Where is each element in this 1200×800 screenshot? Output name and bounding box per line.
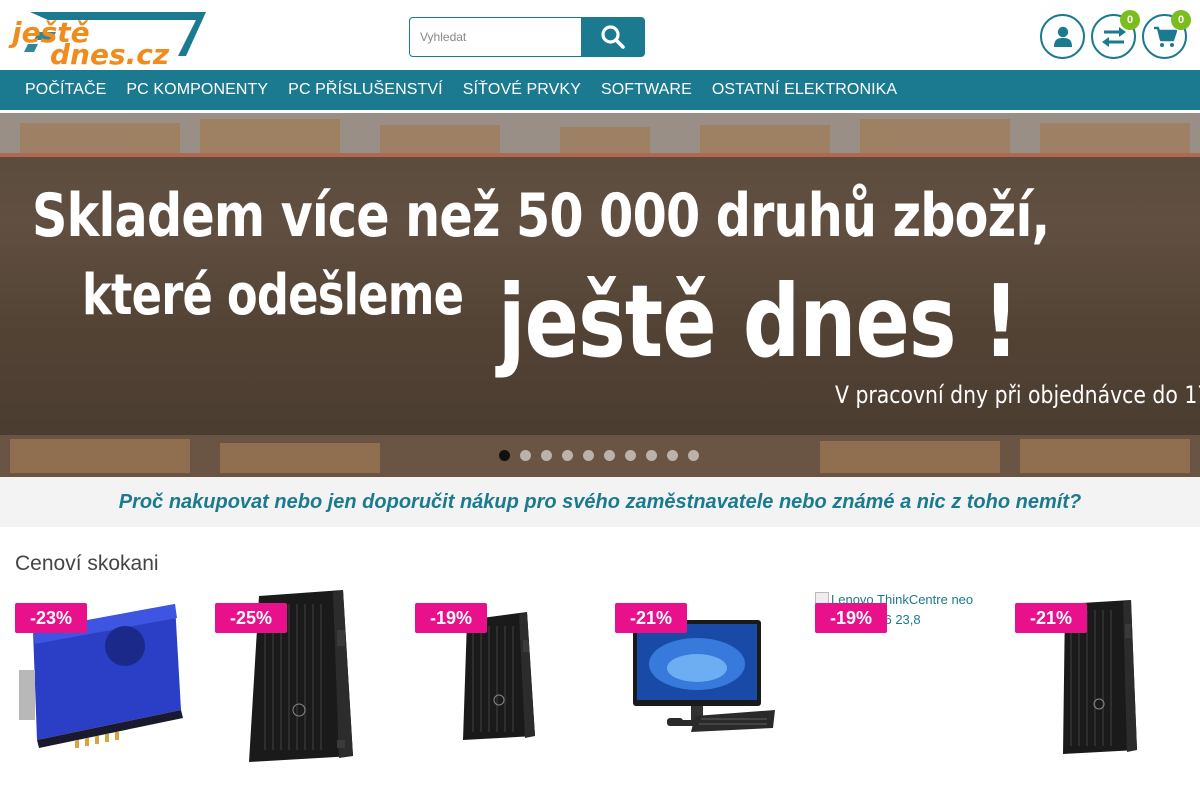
carousel-dot[interactable] xyxy=(499,450,510,461)
carousel-dot[interactable] xyxy=(604,450,615,461)
compare-count-badge: 0 xyxy=(1120,10,1140,30)
carousel-dot[interactable] xyxy=(688,450,699,461)
product-card[interactable]: -21% xyxy=(1015,590,1185,800)
promo-text[interactable]: Proč nakupovat nebo jen doporučit nákup … xyxy=(119,491,1081,514)
site-logo[interactable]: ještě dnes.cz xyxy=(8,10,208,71)
search-bar xyxy=(409,17,645,57)
product-card[interactable]: -19% xyxy=(415,590,585,800)
discount-badge: -19% xyxy=(415,603,487,633)
carousel-dot[interactable] xyxy=(667,450,678,461)
carousel-dot[interactable] xyxy=(625,450,636,461)
cart-count-badge: 0 xyxy=(1171,10,1191,30)
main-nav: POČÍTAČE PC KOMPONENTY PC PŘÍSLUŠENSTVÍ … xyxy=(0,70,1200,110)
nav-item-pocitace[interactable]: POČÍTAČE xyxy=(15,81,116,99)
cart-icon xyxy=(1153,26,1177,47)
banner-headline-1: Skladem více než 50 000 druhů zboží, xyxy=(32,181,1050,251)
product-card[interactable]: -25% xyxy=(215,590,385,800)
carousel-dot[interactable] xyxy=(541,450,552,461)
nav-item-pc-komponenty[interactable]: PC KOMPONENTY xyxy=(116,81,278,99)
discount-badge: -19% xyxy=(815,603,887,633)
compare-button[interactable]: 0 xyxy=(1091,10,1140,59)
carousel-indicators xyxy=(499,450,699,461)
user-icon xyxy=(1053,26,1072,47)
product-carousel: -23% -25% -19% -21% -19% Lenovo ThinkCen… xyxy=(15,590,1200,800)
svg-text:dnes.cz: dnes.cz xyxy=(50,38,170,66)
nav-item-sitove-prvky[interactable]: SÍŤOVÉ PRVKY xyxy=(453,81,591,99)
banner-subline: V pracovní dny při objednávce do 17h. xyxy=(835,381,1200,409)
banner-headline-2: které odešleme xyxy=(82,263,464,328)
discount-badge: -21% xyxy=(615,603,687,633)
search-input[interactable] xyxy=(409,17,581,57)
discount-badge: -25% xyxy=(215,603,287,633)
carousel-dot[interactable] xyxy=(583,450,594,461)
hero-banner[interactable]: Skladem více než 50 000 druhů zboží, kte… xyxy=(0,113,1200,477)
nav-item-pc-prislusenstvi[interactable]: PC PŘÍSLUŠENSTVÍ xyxy=(278,81,453,99)
discount-badge: -21% xyxy=(1015,603,1087,633)
account-button[interactable] xyxy=(1040,14,1085,59)
section-title: Cenoví skokani xyxy=(15,552,159,575)
site-header: ještě dnes.cz 0 xyxy=(0,0,1200,71)
cart-button[interactable]: 0 xyxy=(1142,10,1191,59)
banner-headline-3: ještě dnes ! xyxy=(498,263,1019,380)
product-card[interactable]: -23% xyxy=(15,590,185,800)
nav-item-ostatni-elektronika[interactable]: OSTATNÍ ELEKTRONIKA xyxy=(702,81,907,99)
carousel-dot[interactable] xyxy=(562,450,573,461)
promo-strip[interactable]: Proč nakupovat nebo jen doporučit nákup … xyxy=(0,477,1200,527)
discount-badge: -23% xyxy=(15,603,87,633)
search-icon xyxy=(601,25,625,49)
compare-arrows-icon xyxy=(1101,26,1126,47)
carousel-dot[interactable] xyxy=(646,450,657,461)
nav-item-software[interactable]: SOFTWARE xyxy=(591,81,702,99)
product-card[interactable]: -19% Lenovo ThinkCentre neo 50a 24 G6 23… xyxy=(815,590,985,800)
search-button[interactable] xyxy=(581,17,645,57)
product-card[interactable]: -21% xyxy=(615,590,785,800)
carousel-dot[interactable] xyxy=(520,450,531,461)
